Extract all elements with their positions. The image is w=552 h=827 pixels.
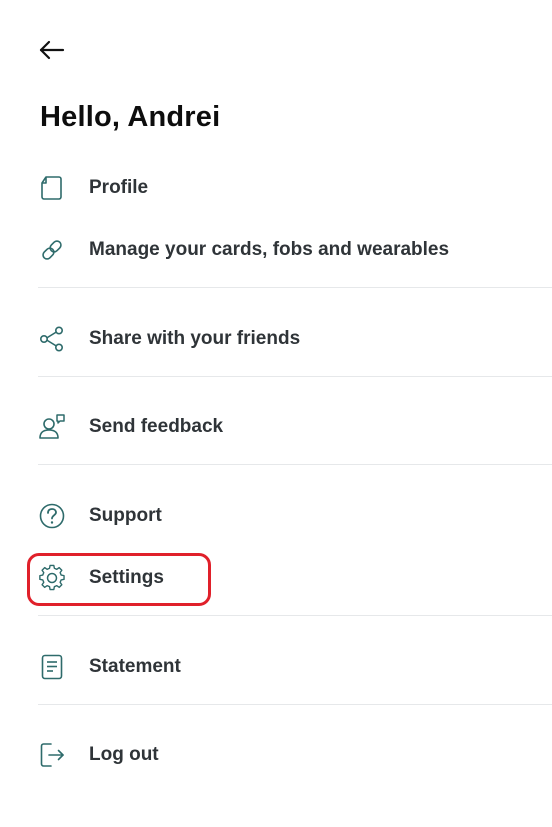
- menu-item-profile[interactable]: Profile: [38, 168, 552, 208]
- share-icon: [38, 325, 66, 353]
- divider: [38, 287, 552, 288]
- arrow-left-icon: [38, 40, 66, 65]
- menu-item-support[interactable]: Support: [38, 496, 552, 536]
- menu-item-label: Send feedback: [89, 416, 224, 437]
- divider: [38, 615, 552, 616]
- link-icon: [38, 236, 66, 264]
- gear-icon: [38, 564, 66, 592]
- menu-item-settings[interactable]: Settings: [38, 558, 552, 598]
- page-title: Hello, Andrei: [40, 101, 221, 133]
- feedback-icon: [38, 413, 66, 441]
- menu-item-label: Settings: [89, 567, 164, 588]
- menu-item-label: Log out: [89, 744, 159, 765]
- menu-item-label: Profile: [89, 177, 149, 198]
- menu-item-manage-cards[interactable]: Manage your cards, fobs and wearables: [38, 230, 552, 270]
- menu-item-label: Statement: [89, 656, 181, 677]
- menu-item-logout[interactable]: Log out: [38, 735, 552, 775]
- help-circle-icon: [38, 502, 66, 530]
- document-icon: [38, 174, 66, 202]
- statement-icon: [38, 653, 66, 681]
- menu-item-feedback[interactable]: Send feedback: [38, 407, 552, 447]
- menu-item-statement[interactable]: Statement: [38, 647, 552, 687]
- menu-item-share[interactable]: Share with your friends: [38, 319, 552, 359]
- menu-item-label: Share with your friends: [89, 328, 301, 349]
- menu-item-label: Support: [89, 505, 162, 526]
- logout-icon: [38, 741, 66, 769]
- back-button[interactable]: [36, 38, 68, 66]
- divider: [38, 376, 552, 377]
- divider: [38, 704, 552, 705]
- divider: [38, 464, 552, 465]
- menu-item-label: Manage your cards, fobs and wearables: [89, 239, 450, 260]
